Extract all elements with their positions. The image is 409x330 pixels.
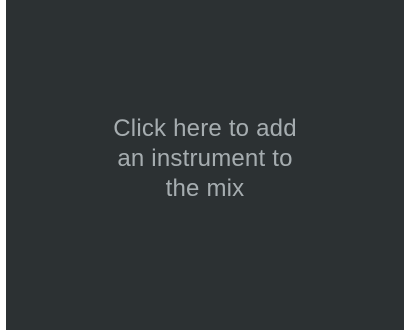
prompt-line-3: the mix	[165, 175, 245, 202]
prompt-line-2: an instrument to	[117, 145, 293, 172]
add-instrument-area[interactable]: Click here to add an instrument to the m…	[6, 0, 404, 330]
prompt-line-1: Click here to add	[113, 115, 297, 142]
add-instrument-prompt[interactable]: Click here to add an instrument to the m…	[90, 114, 320, 204]
